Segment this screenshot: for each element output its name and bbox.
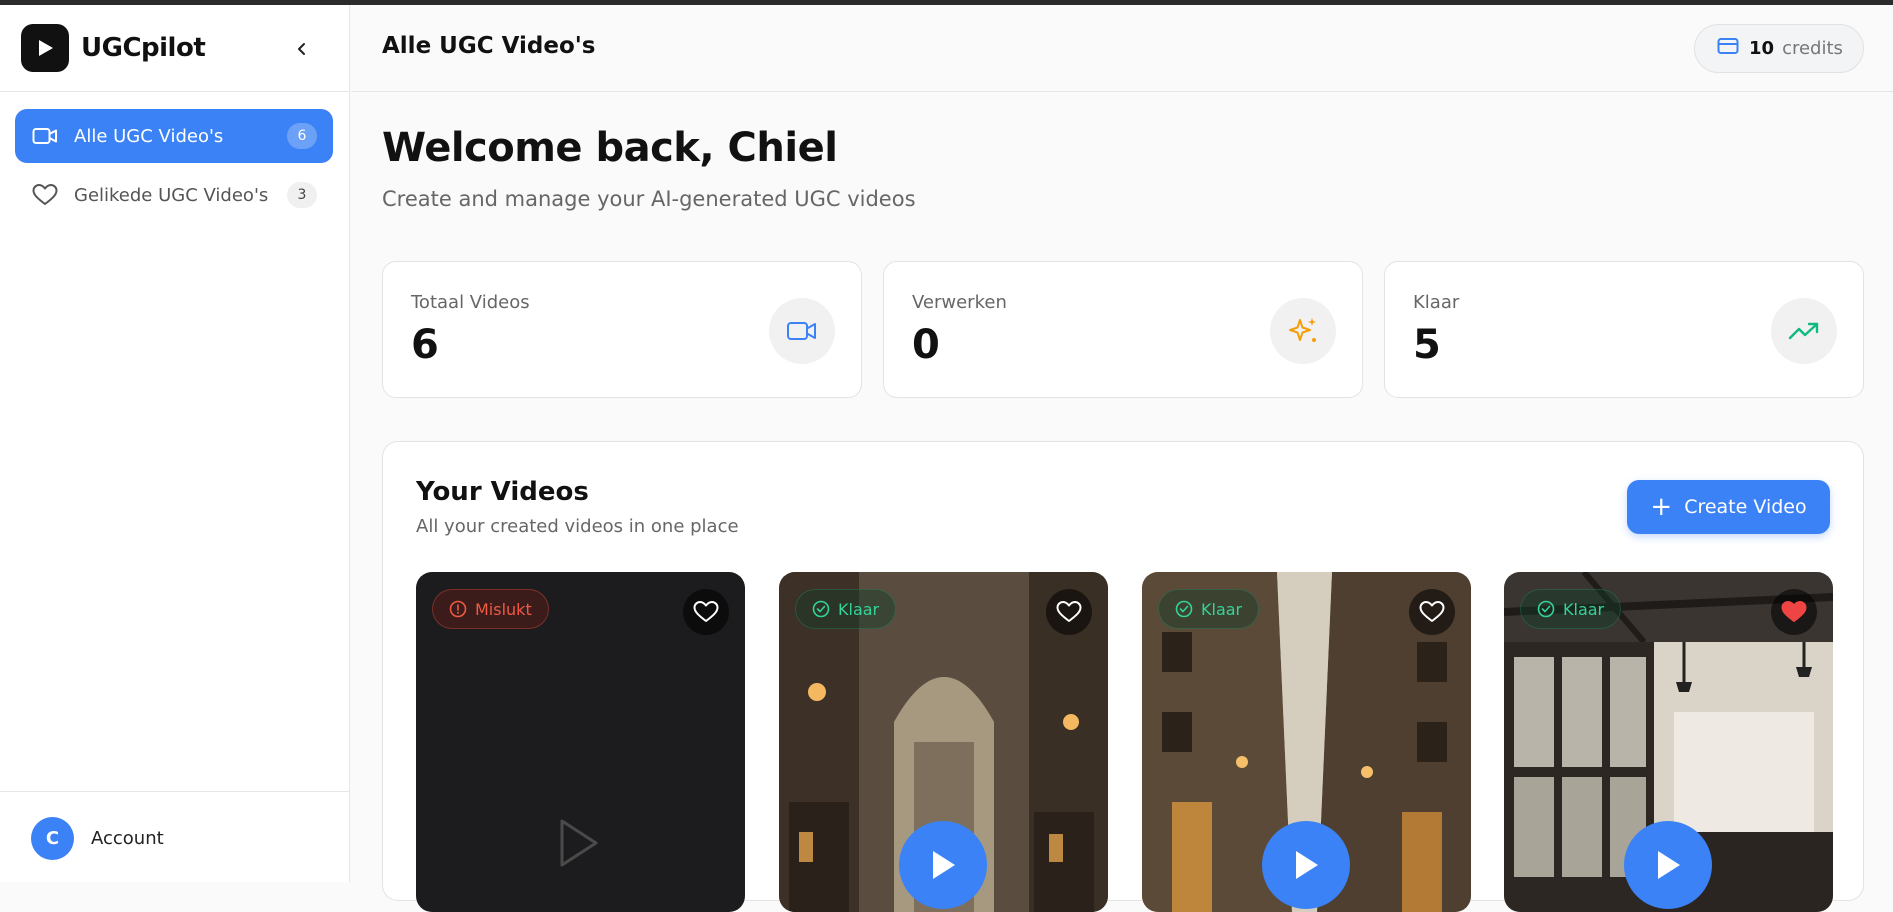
status-label: Mislukt [475, 599, 532, 619]
play-button[interactable] [899, 821, 987, 909]
play-icon [1658, 851, 1680, 879]
sidebar: UGCpilot Alle UGC Video's 6 Gelikede UGC… [0, 5, 350, 882]
section-title: Your Videos [416, 477, 589, 507]
status-label: Klaar [1563, 599, 1605, 619]
status-label: Klaar [838, 599, 880, 619]
count-badge: 6 [287, 123, 317, 149]
like-button[interactable] [1771, 589, 1817, 635]
play-logo-icon [21, 24, 69, 72]
stat-card-processing: Verwerken 0 [883, 261, 1363, 398]
brand[interactable]: UGCpilot [21, 24, 206, 72]
welcome-subtitle: Create and manage your AI-generated UGC … [382, 187, 916, 211]
heart-filled-icon [1781, 601, 1807, 622]
status-badge: Klaar [1158, 589, 1260, 629]
collapse-sidebar-button[interactable] [290, 37, 314, 61]
sparkles-icon [1270, 298, 1336, 364]
create-video-button[interactable]: + Create Video [1627, 480, 1830, 534]
sidebar-divider [0, 91, 350, 92]
avatar: C [31, 817, 74, 860]
play-icon [933, 851, 955, 879]
welcome-title: Welcome back, Chiel [382, 125, 838, 171]
status-label: Klaar [1201, 599, 1243, 619]
app-name: UGCpilot [81, 33, 206, 63]
count-badge: 3 [287, 182, 317, 208]
status-badge: Klaar [1520, 589, 1622, 629]
stat-card-ready: Klaar 5 [1384, 261, 1864, 398]
stat-value: 6 [411, 322, 439, 368]
video-icon [769, 298, 835, 364]
like-button[interactable] [1409, 589, 1455, 635]
top-header: Alle UGC Video's 10 credits [351, 5, 1893, 92]
check-circle-icon [1537, 600, 1555, 618]
heart-icon [1419, 601, 1445, 622]
sidebar-item-alle-ugc-videos[interactable]: Alle UGC Video's 6 [15, 109, 333, 163]
page-title: Alle UGC Video's [382, 33, 596, 59]
stat-label: Verwerken [912, 292, 1007, 313]
video-card[interactable]: Klaar [779, 572, 1108, 912]
credits-badge[interactable]: 10 credits [1694, 24, 1864, 73]
plus-icon: + [1650, 492, 1673, 522]
play-icon [1296, 851, 1318, 879]
create-video-label: Create Video [1684, 496, 1807, 518]
check-circle-icon [1175, 600, 1193, 618]
account-button[interactable]: C Account [31, 817, 164, 860]
play-button[interactable] [1262, 821, 1350, 909]
credit-card-icon [1717, 37, 1739, 60]
video-card[interactable]: Mislukt [416, 572, 745, 912]
heart-icon [1056, 601, 1082, 622]
stat-label: Totaal Videos [411, 292, 530, 313]
credits-count: 10 [1749, 38, 1775, 59]
status-badge: Klaar [795, 589, 897, 629]
stat-card-total-videos: Totaal Videos 6 [382, 261, 862, 398]
check-circle-icon [812, 600, 830, 618]
sidebar-item-label: Gelikede UGC Video's [74, 184, 269, 206]
section-subtitle: All your created videos in one place [416, 516, 739, 537]
alert-circle-icon [449, 600, 467, 618]
video-card[interactable]: Klaar [1504, 572, 1833, 912]
play-placeholder-icon [556, 817, 600, 873]
video-card[interactable]: Klaar [1142, 572, 1471, 912]
stat-value: 5 [1413, 322, 1441, 368]
stat-label: Klaar [1413, 292, 1460, 313]
videos-panel: Your Videos All your created videos in o… [382, 441, 1864, 912]
trending-up-icon [1771, 298, 1837, 364]
heart-icon [31, 181, 59, 209]
sidebar-item-gelikede-ugc-videos[interactable]: Gelikede UGC Video's 3 [15, 168, 333, 222]
sidebar-item-label: Alle UGC Video's [74, 125, 224, 147]
account-label: Account [91, 828, 164, 849]
stat-value: 0 [912, 322, 940, 368]
credits-label: credits [1782, 38, 1843, 59]
chevron-left-icon [298, 43, 305, 55]
play-button[interactable] [1624, 821, 1712, 909]
sidebar-footer-divider [0, 791, 350, 792]
status-badge: Mislukt [432, 589, 549, 629]
like-button[interactable] [1046, 589, 1092, 635]
video-icon [31, 122, 59, 150]
like-button[interactable] [683, 589, 729, 635]
heart-icon [693, 601, 719, 622]
